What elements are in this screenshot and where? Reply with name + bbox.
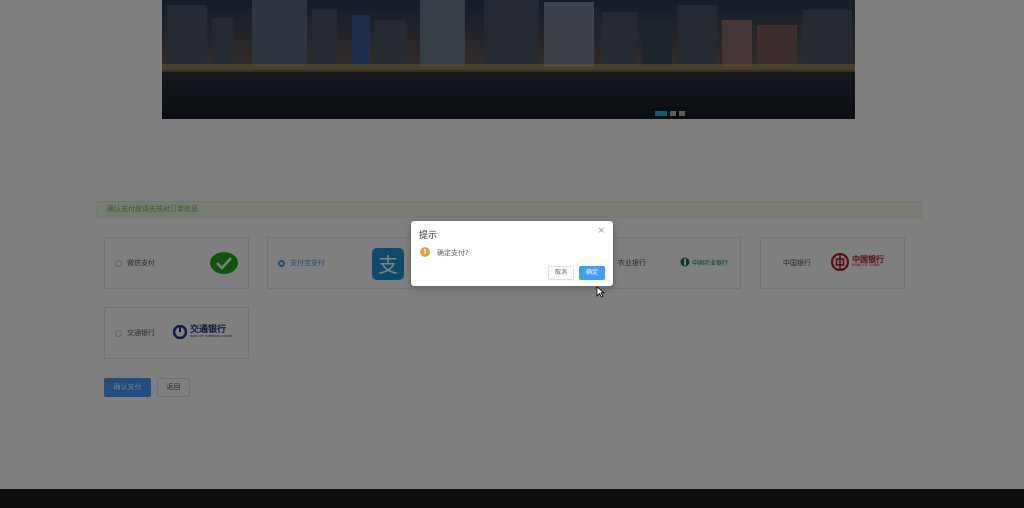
- confirm-dialog: 提示 × ! 确定支付? 取消 确定: [411, 221, 613, 286]
- dialog-cancel-button[interactable]: 取消: [548, 266, 574, 280]
- dialog-message: 确定支付?: [437, 249, 469, 257]
- mouse-cursor-icon: [596, 286, 605, 298]
- dialog-confirm-button[interactable]: 确定: [579, 266, 605, 280]
- dialog-title: 提示: [419, 231, 438, 241]
- close-icon[interactable]: ×: [597, 226, 605, 236]
- warning-icon: !: [420, 247, 430, 257]
